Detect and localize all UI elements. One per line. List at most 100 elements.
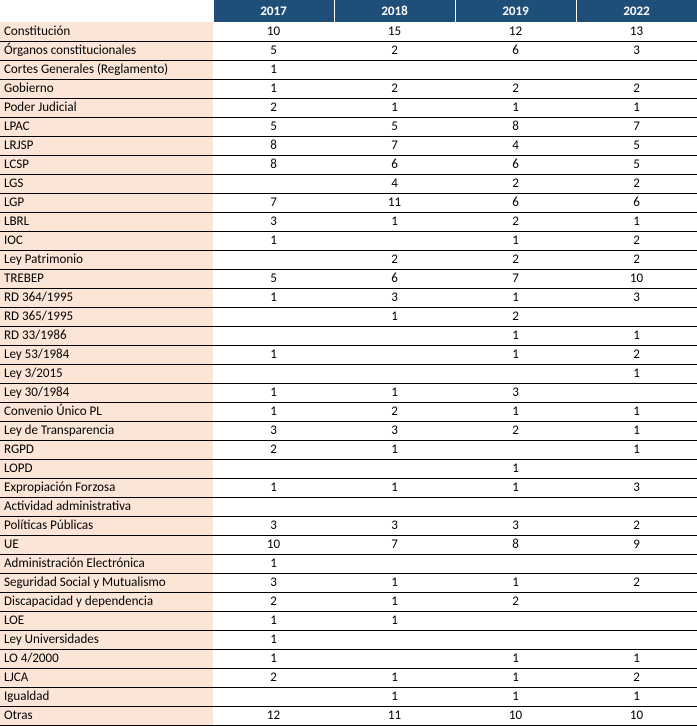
cell: 1 xyxy=(576,687,697,706)
cell: 1 xyxy=(334,98,455,117)
cell: 3 xyxy=(576,288,697,307)
cell: 1 xyxy=(213,402,334,421)
cell xyxy=(455,630,576,649)
cell: 2 xyxy=(576,573,697,592)
cell: 1 xyxy=(334,478,455,497)
cell: 1 xyxy=(576,649,697,668)
row-label: Cortes Generales (Reglamento) xyxy=(0,60,213,79)
cell xyxy=(213,326,334,345)
cell: 1 xyxy=(213,630,334,649)
row-label: Ley 30/1984 xyxy=(0,383,213,402)
cell: 3 xyxy=(455,383,576,402)
row-label: Ley 53/1984 xyxy=(0,345,213,364)
cell xyxy=(576,611,697,630)
row-label: Ley 3/2015 xyxy=(0,364,213,383)
row-label: Otras xyxy=(0,706,213,725)
cell: 1 xyxy=(334,668,455,687)
cell xyxy=(455,440,576,459)
cell: 1 xyxy=(455,687,576,706)
cell: 3 xyxy=(213,516,334,535)
cell: 3 xyxy=(213,421,334,440)
cell xyxy=(213,459,334,478)
row-label: Actividad administrativa xyxy=(0,497,213,516)
cell: 1 xyxy=(334,592,455,611)
table-row: LCSP8665 xyxy=(0,155,697,174)
table-row: RD 365/199512 xyxy=(0,307,697,326)
cell: 2 xyxy=(334,402,455,421)
cell: 6 xyxy=(455,41,576,60)
cell xyxy=(334,364,455,383)
cell: 1 xyxy=(213,60,334,79)
cell: 1 xyxy=(213,611,334,630)
cell: 2 xyxy=(576,174,697,193)
cell: 2 xyxy=(576,668,697,687)
cell: 2 xyxy=(334,250,455,269)
cell: 10 xyxy=(213,535,334,554)
row-label: Políticas Públicas xyxy=(0,516,213,535)
cell: 1 xyxy=(213,383,334,402)
cell: 3 xyxy=(455,516,576,535)
row-label: RGPD xyxy=(0,440,213,459)
table-row: Ley 30/1984113 xyxy=(0,383,697,402)
row-label: TREBEP xyxy=(0,269,213,288)
cell: 8 xyxy=(213,136,334,155)
table-row: LO 4/2000111 xyxy=(0,649,697,668)
table-row: Poder Judicial2111 xyxy=(0,98,697,117)
cell: 5 xyxy=(213,41,334,60)
table-row: RD 33/198611 xyxy=(0,326,697,345)
cell xyxy=(455,60,576,79)
cell: 2 xyxy=(576,516,697,535)
table-row: LRJSP8745 xyxy=(0,136,697,155)
cell: 5 xyxy=(334,117,455,136)
cell: 1 xyxy=(213,345,334,364)
cell: 3 xyxy=(334,516,455,535)
row-label: Ley Patrimonio xyxy=(0,250,213,269)
cell: 1 xyxy=(334,573,455,592)
table-row: Ley de Transparencia3321 xyxy=(0,421,697,440)
cell: 1 xyxy=(334,440,455,459)
cell: 3 xyxy=(576,478,697,497)
table-row: Convenio Único PL1211 xyxy=(0,402,697,421)
table-row: Actividad administrativa xyxy=(0,497,697,516)
cell xyxy=(455,364,576,383)
table-row: UE10789 xyxy=(0,535,697,554)
cell: 1 xyxy=(213,554,334,573)
table-body: Constitución10151213Órganos constitucion… xyxy=(0,22,697,725)
cell: 4 xyxy=(455,136,576,155)
cell: 4 xyxy=(334,174,455,193)
table-row: Constitución10151213 xyxy=(0,22,697,41)
row-label: LCSP xyxy=(0,155,213,174)
cell: 1 xyxy=(455,649,576,668)
cell: 2 xyxy=(213,98,334,117)
cell xyxy=(576,497,697,516)
cell: 6 xyxy=(334,155,455,174)
cell: 6 xyxy=(455,193,576,212)
table-row: Seguridad Social y Mutualismo3112 xyxy=(0,573,697,592)
table-row: Gobierno1222 xyxy=(0,79,697,98)
cell xyxy=(334,649,455,668)
cell: 1 xyxy=(213,478,334,497)
table-row: RGPD211 xyxy=(0,440,697,459)
cell xyxy=(455,611,576,630)
cell: 2 xyxy=(455,592,576,611)
table-row: Órganos constitucionales5263 xyxy=(0,41,697,60)
cell: 1 xyxy=(334,212,455,231)
cell: 1 xyxy=(334,611,455,630)
cell: 8 xyxy=(455,535,576,554)
table-row: Ley Patrimonio222 xyxy=(0,250,697,269)
cell xyxy=(213,364,334,383)
table-row: IOC112 xyxy=(0,231,697,250)
header-col-2: 2019 xyxy=(455,0,576,22)
header-blank xyxy=(0,0,213,22)
cell xyxy=(334,554,455,573)
cell: 2 xyxy=(455,250,576,269)
cell: 1 xyxy=(576,440,697,459)
cell xyxy=(576,459,697,478)
cell: 1 xyxy=(576,212,697,231)
cell xyxy=(576,60,697,79)
table-row: LOPD1 xyxy=(0,459,697,478)
cell: 1 xyxy=(334,307,455,326)
cell: 1 xyxy=(213,288,334,307)
cell: 10 xyxy=(213,22,334,41)
cell: 2 xyxy=(455,174,576,193)
